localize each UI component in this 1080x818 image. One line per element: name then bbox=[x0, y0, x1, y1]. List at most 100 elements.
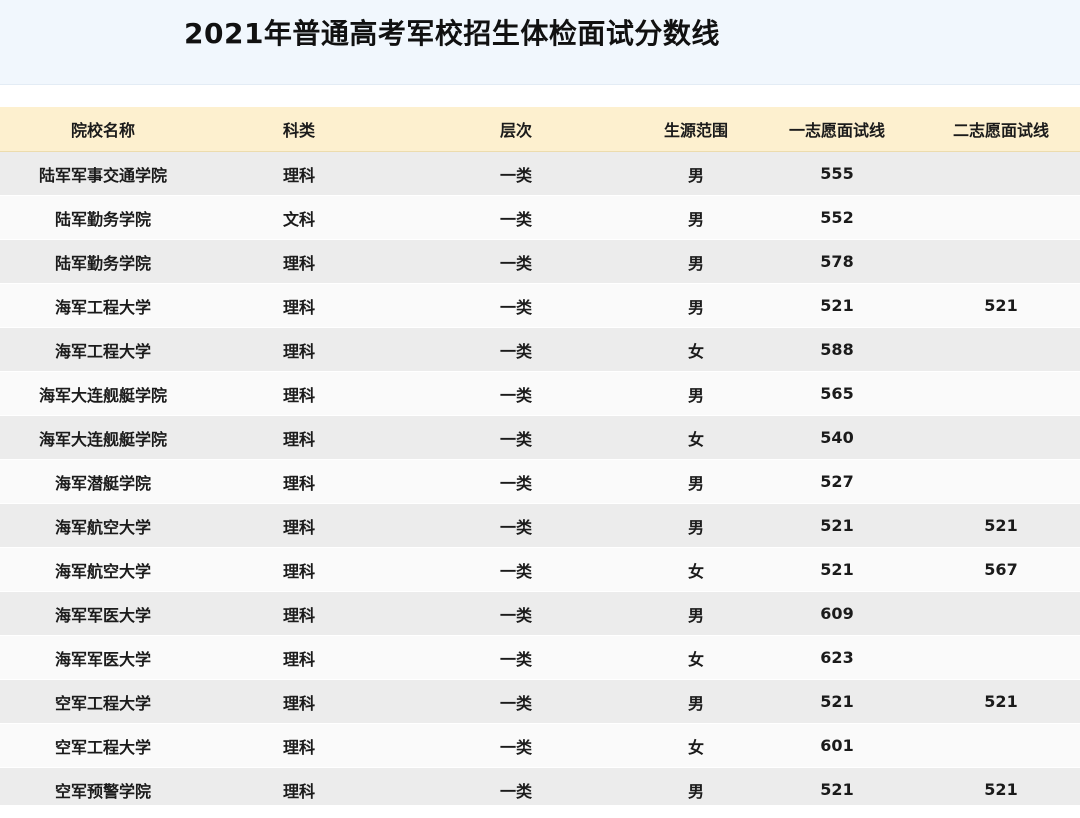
cell-subject: 理科 bbox=[206, 151, 392, 196]
page-title: 2021年普通高考军校招生体检面试分数线 bbox=[184, 17, 720, 50]
cell-subject: 理科 bbox=[206, 459, 392, 504]
column-header-level: 层次 bbox=[392, 107, 640, 152]
table-row: 海军工程大学 理科 一类 男 521 521 bbox=[0, 283, 1080, 328]
cell-first-choice-line: 601 bbox=[752, 723, 922, 768]
cell-school: 海军军医大学 bbox=[0, 635, 206, 680]
cell-first-choice-line: 527 bbox=[752, 459, 922, 504]
cell-second-choice-line bbox=[922, 371, 1080, 416]
table-row: 海军航空大学 理科 一类 男 521 521 bbox=[0, 503, 1080, 548]
cell-subject: 理科 bbox=[206, 547, 392, 592]
cell-source: 男 bbox=[640, 195, 752, 240]
table-row: 海军潜艇学院 理科 一类 男 527 bbox=[0, 459, 1080, 504]
cell-source: 男 bbox=[640, 239, 752, 284]
table-row: 海军航空大学 理科 一类 女 521 567 bbox=[0, 547, 1080, 592]
cell-first-choice-line: 565 bbox=[752, 371, 922, 416]
cell-level: 一类 bbox=[392, 503, 640, 548]
column-header-second-choice-line: 二志愿面试线 bbox=[922, 107, 1080, 152]
cell-first-choice-line: 588 bbox=[752, 327, 922, 372]
cell-school: 海军大连舰艇学院 bbox=[0, 415, 206, 460]
cell-source: 男 bbox=[640, 283, 752, 328]
cell-second-choice-line: 521 bbox=[922, 679, 1080, 724]
cell-first-choice-line: 623 bbox=[752, 635, 922, 680]
cell-school: 海军潜艇学院 bbox=[0, 459, 206, 504]
spacer bbox=[0, 805, 1080, 818]
cell-source: 女 bbox=[640, 723, 752, 768]
cell-level: 一类 bbox=[392, 151, 640, 196]
cell-subject: 理科 bbox=[206, 239, 392, 284]
cell-subject: 理科 bbox=[206, 635, 392, 680]
cell-source: 女 bbox=[640, 547, 752, 592]
cell-level: 一类 bbox=[392, 723, 640, 768]
cell-second-choice-line bbox=[922, 459, 1080, 504]
cell-school: 陆军勤务学院 bbox=[0, 239, 206, 284]
cell-first-choice-line: 578 bbox=[752, 239, 922, 284]
cell-level: 一类 bbox=[392, 239, 640, 284]
cell-source: 男 bbox=[640, 459, 752, 504]
cell-school: 海军工程大学 bbox=[0, 327, 206, 372]
title-band: 2021年普通高考军校招生体检面试分数线 bbox=[0, 0, 1080, 85]
cell-school: 陆军军事交通学院 bbox=[0, 151, 206, 196]
cell-subject: 理科 bbox=[206, 327, 392, 372]
cell-second-choice-line: 567 bbox=[922, 547, 1080, 592]
cell-second-choice-line bbox=[922, 723, 1080, 768]
cell-second-choice-line bbox=[922, 635, 1080, 680]
cell-second-choice-line bbox=[922, 195, 1080, 240]
cell-first-choice-line: 521 bbox=[752, 679, 922, 724]
cell-level: 一类 bbox=[392, 283, 640, 328]
cell-first-choice-line: 609 bbox=[752, 591, 922, 636]
cell-level: 一类 bbox=[392, 415, 640, 460]
column-header-school: 院校名称 bbox=[0, 107, 206, 152]
cell-subject: 理科 bbox=[206, 723, 392, 768]
table-row: 空军工程大学 理科 一类 女 601 bbox=[0, 723, 1080, 768]
cell-source: 女 bbox=[640, 635, 752, 680]
header-row: 院校名称 科类 层次 生源范围 一志愿面试线 二志愿面试线 bbox=[0, 107, 1080, 152]
cell-second-choice-line bbox=[922, 415, 1080, 460]
cell-source: 男 bbox=[640, 591, 752, 636]
column-header-first-choice-line: 一志愿面试线 bbox=[752, 107, 922, 152]
table-row: 陆军军事交通学院 理科 一类 男 555 bbox=[0, 151, 1080, 196]
cell-second-choice-line: 521 bbox=[922, 503, 1080, 548]
cell-school: 海军大连舰艇学院 bbox=[0, 371, 206, 416]
cell-first-choice-line: 521 bbox=[752, 547, 922, 592]
cell-school: 海军航空大学 bbox=[0, 503, 206, 548]
table-row: 海军军医大学 理科 一类 男 609 bbox=[0, 591, 1080, 636]
table-row: 空军工程大学 理科 一类 男 521 521 bbox=[0, 679, 1080, 724]
cell-level: 一类 bbox=[392, 591, 640, 636]
table-row: 海军工程大学 理科 一类 女 588 bbox=[0, 327, 1080, 372]
cell-second-choice-line: 521 bbox=[922, 283, 1080, 328]
cell-first-choice-line: 555 bbox=[752, 151, 922, 196]
cell-source: 女 bbox=[640, 327, 752, 372]
cell-level: 一类 bbox=[392, 195, 640, 240]
spacer bbox=[0, 85, 1080, 107]
table-row: 海军军医大学 理科 一类 女 623 bbox=[0, 635, 1080, 680]
column-header-subject: 科类 bbox=[206, 107, 392, 152]
cell-subject: 理科 bbox=[206, 503, 392, 548]
cell-second-choice-line bbox=[922, 327, 1080, 372]
table-row: 海军大连舰艇学院 理科 一类 男 565 bbox=[0, 371, 1080, 416]
cell-first-choice-line: 552 bbox=[752, 195, 922, 240]
column-header-source: 生源范围 bbox=[640, 107, 752, 152]
cell-subject: 文科 bbox=[206, 195, 392, 240]
cell-school: 陆军勤务学院 bbox=[0, 195, 206, 240]
cell-level: 一类 bbox=[392, 371, 640, 416]
cell-first-choice-line: 540 bbox=[752, 415, 922, 460]
cell-second-choice-line bbox=[922, 591, 1080, 636]
cell-first-choice-line: 521 bbox=[752, 503, 922, 548]
cell-first-choice-line: 521 bbox=[752, 283, 922, 328]
table-body: 陆军军事交通学院 理科 一类 男 555 陆军勤务学院 文科 一类 男 552 … bbox=[0, 151, 1080, 812]
cell-source: 男 bbox=[640, 679, 752, 724]
cell-level: 一类 bbox=[392, 327, 640, 372]
table-row: 海军大连舰艇学院 理科 一类 女 540 bbox=[0, 415, 1080, 460]
table-header: 院校名称 科类 层次 生源范围 一志愿面试线 二志愿面试线 bbox=[0, 107, 1080, 152]
cell-school: 海军航空大学 bbox=[0, 547, 206, 592]
cell-source: 男 bbox=[640, 371, 752, 416]
cell-second-choice-line bbox=[922, 151, 1080, 196]
cell-subject: 理科 bbox=[206, 591, 392, 636]
cell-subject: 理科 bbox=[206, 371, 392, 416]
cell-school: 海军工程大学 bbox=[0, 283, 206, 328]
cell-second-choice-line bbox=[922, 239, 1080, 284]
cell-level: 一类 bbox=[392, 547, 640, 592]
score-table: 院校名称 科类 层次 生源范围 一志愿面试线 二志愿面试线 陆军军事交通学院 理… bbox=[0, 107, 1080, 812]
cell-subject: 理科 bbox=[206, 679, 392, 724]
cell-source: 女 bbox=[640, 415, 752, 460]
